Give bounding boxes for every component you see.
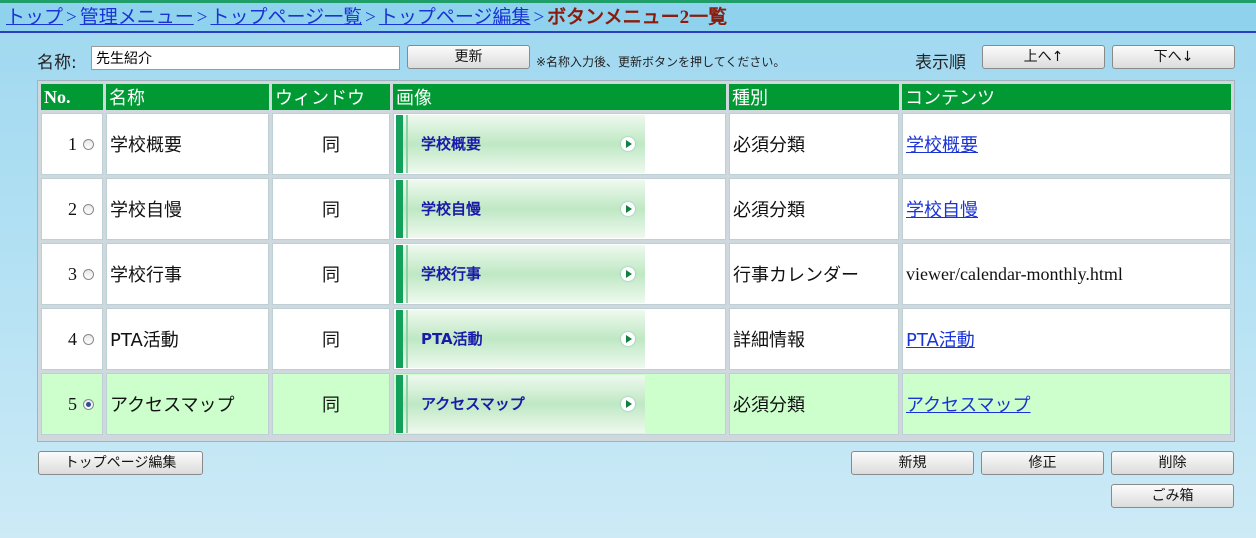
arrow-right-icon [621, 397, 635, 411]
row-name: 学校概要 [106, 113, 269, 175]
row-type: 行事カレンダー [729, 243, 899, 305]
row-content-link[interactable]: 学校自慢 [906, 200, 978, 221]
row-window: 同 [272, 113, 390, 175]
table-row[interactable]: 5 アクセスマップ同アクセスマップ 必須分類 アクセスマップ [41, 373, 1231, 435]
row-number-cell: 4 [41, 308, 103, 370]
table-row[interactable]: 3 学校行事同学校行事 行事カレンダー viewer/calendar-monthly… [41, 243, 1231, 305]
update-note: ※名称入力後、更新ボタンを押してください。 [536, 55, 786, 69]
row-number: 5 [68, 393, 77, 414]
row-window: 同 [272, 243, 390, 305]
row-number-cell: 2 [41, 178, 103, 240]
row-content-link[interactable]: PTA活動 [906, 330, 975, 351]
move-up-button[interactable]: 上へ↑ [982, 45, 1105, 69]
row-content-cell: PTA活動 [902, 308, 1231, 370]
arrow-right-icon [621, 137, 635, 151]
row-name: 学校自慢 [106, 178, 269, 240]
breadcrumb-separator: > [365, 7, 376, 28]
menu-button-image-label: PTA活動 [421, 330, 483, 348]
row-window: 同 [272, 308, 390, 370]
arrow-right-icon [621, 267, 635, 281]
row-image-cell: 学校概要 [393, 113, 726, 175]
row-number: 4 [68, 328, 77, 349]
row-select-radio[interactable] [83, 333, 94, 345]
row-content: viewer/calendar-monthly.html [902, 243, 1231, 305]
column-header-window: ウィンドウ [272, 84, 390, 110]
row-number-cell: 1 [41, 113, 103, 175]
row-type: 詳細情報 [729, 308, 899, 370]
row-content-link[interactable]: アクセスマップ [906, 395, 1031, 416]
breadcrumb-link-top-page-list[interactable]: トップページ一覧 [210, 7, 362, 28]
row-image-cell: 学校自慢 [393, 178, 726, 240]
name-label: 名称: [37, 53, 77, 73]
display-order-label: 表示順 [915, 53, 966, 73]
column-header-content: コンテンツ [902, 84, 1231, 110]
menu-button-image-label: 学校行事 [421, 265, 482, 283]
row-number-cell: 5 [41, 373, 103, 435]
top-page-edit-button[interactable]: トップページ編集 [38, 451, 203, 475]
arrow-right-icon [621, 202, 635, 216]
row-name: PTA活動 [106, 308, 269, 370]
row-select-radio[interactable] [83, 268, 94, 280]
table-row[interactable]: 2 学校自慢同学校自慢 必須分類 学校自慢 [41, 178, 1231, 240]
move-down-button[interactable]: 下へ↓ [1112, 45, 1235, 69]
column-header-name: 名称 [106, 84, 269, 110]
row-window: 同 [272, 373, 390, 435]
menu-button-image: アクセスマップ [396, 375, 645, 433]
column-header-image: 画像 [393, 84, 726, 110]
row-image-cell: 学校行事 [393, 243, 726, 305]
breadcrumb-link-admin-menu[interactable]: 管理メニュー [80, 7, 194, 28]
edit-button[interactable]: 修正 [981, 451, 1104, 475]
row-window: 同 [272, 178, 390, 240]
row-number-cell: 3 [41, 243, 103, 305]
button-menu-table: No. 名称 ウィンドウ 画像 種別 コンテンツ 1 学校概要同学校概要 必須分類学… [37, 80, 1235, 442]
row-select-radio[interactable] [83, 138, 94, 150]
menu-button-image: PTA活動 [396, 310, 645, 368]
breadcrumb-separator: > [66, 7, 77, 28]
breadcrumb-current: ボタンメニュー2一覧 [547, 7, 728, 28]
delete-button[interactable]: 削除 [1111, 451, 1234, 475]
row-content-cell: 学校自慢 [902, 178, 1231, 240]
row-content-cell: アクセスマップ [902, 373, 1231, 435]
row-type: 必須分類 [729, 178, 899, 240]
row-name: アクセスマップ [106, 373, 269, 435]
column-header-type: 種別 [729, 84, 899, 110]
menu-button-image-label: 学校概要 [421, 135, 482, 153]
breadcrumb-separator: > [533, 7, 545, 28]
menu-button-image-label: アクセスマップ [421, 395, 525, 413]
row-content-link[interactable]: 学校概要 [906, 135, 978, 156]
menu-button-image-label: 学校自慢 [421, 200, 482, 218]
row-image-cell: PTA活動 [393, 308, 726, 370]
row-number: 2 [68, 198, 77, 219]
update-button[interactable]: 更新 [407, 45, 530, 69]
breadcrumb-separator: > [196, 7, 208, 28]
arrow-right-icon [621, 332, 635, 346]
row-select-radio[interactable] [83, 203, 94, 215]
row-type: 必須分類 [729, 373, 899, 435]
new-button[interactable]: 新規 [851, 451, 974, 475]
breadcrumb-link-top-page-edit[interactable]: トップページ編集 [379, 7, 531, 28]
name-input[interactable] [91, 46, 400, 70]
menu-button-image: 学校行事 [396, 245, 645, 303]
breadcrumb: トップ > 管理メニュー > トップページ一覧 > トップページ編集 > ボタンメニュー2一覧 [0, 3, 1256, 33]
table-row[interactable]: 4 PTA活動同 PTA活動 詳細情報 PTA活動 [41, 308, 1231, 370]
breadcrumb-link-top[interactable]: トップ [6, 7, 63, 28]
table-row[interactable]: 1 学校概要同学校概要 必須分類 学校概要 [41, 113, 1231, 175]
trash-button[interactable]: ごみ箱 [1111, 484, 1234, 508]
row-type: 必須分類 [729, 113, 899, 175]
menu-button-image: 学校概要 [396, 115, 645, 173]
row-number: 3 [68, 263, 77, 284]
column-header-no: No. [41, 84, 103, 110]
row-select-radio[interactable] [83, 398, 94, 410]
table-header-row: No. 名称 ウィンドウ 画像 種別 コンテンツ [41, 84, 1231, 110]
row-name: 学校行事 [106, 243, 269, 305]
row-content-cell: 学校概要 [902, 113, 1231, 175]
row-number: 1 [68, 133, 77, 154]
menu-button-image: 学校自慢 [396, 180, 645, 238]
row-image-cell: アクセスマップ [393, 373, 726, 435]
